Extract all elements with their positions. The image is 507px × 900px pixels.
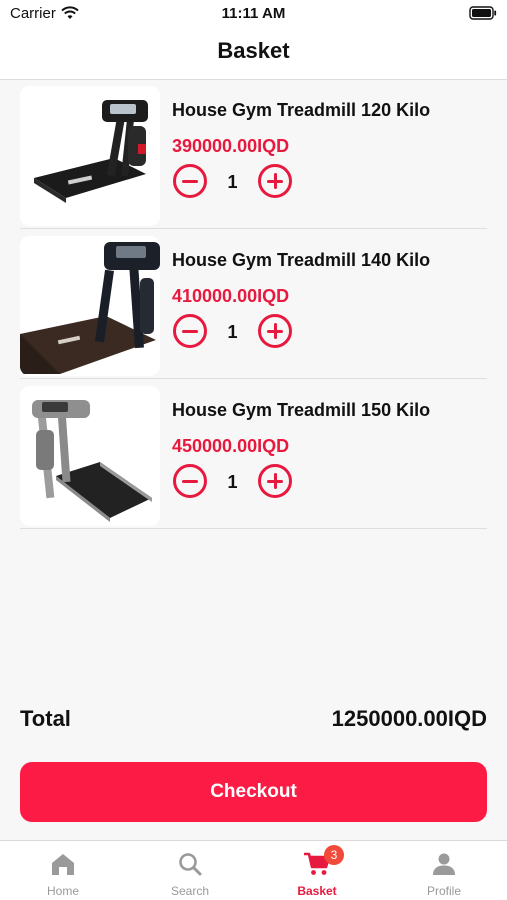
tab-label: Basket	[297, 884, 337, 898]
tab-label: Home	[46, 884, 79, 898]
item-name: House Gym Treadmill 140 Kilo	[172, 250, 431, 270]
item-price: 450000.00IQD	[172, 436, 290, 456]
total-label: Total	[20, 706, 71, 731]
increase-quantity-button[interactable]	[258, 164, 292, 198]
treadmill-image	[20, 236, 160, 376]
quantity-value: 1	[227, 322, 238, 342]
quantity-value: 1	[227, 472, 238, 492]
decrease-quantity-button[interactable]	[173, 314, 207, 348]
treadmill-image	[20, 386, 160, 526]
tab-label: Search	[170, 884, 210, 898]
tab-label: Profile	[426, 884, 461, 898]
item-price: 410000.00IQD	[172, 286, 290, 306]
tab-bar: Home Search 3 Basket Profile	[0, 840, 507, 900]
status-time: 11:11 AM	[221, 5, 286, 22]
search-icon	[177, 851, 203, 882]
item-price: 390000.00IQD	[172, 136, 290, 156]
item-name: House Gym Treadmill 120 Kilo	[172, 100, 431, 120]
profile-icon	[431, 851, 457, 882]
cart-count-badge: 3	[324, 845, 344, 865]
home-icon	[50, 851, 76, 882]
status-bar: Carrier 11:11 AM	[0, 0, 507, 28]
decrease-quantity-button[interactable]	[173, 464, 207, 498]
total-value: 1250000.00IQD	[331, 706, 487, 731]
quantity-value: 1	[227, 172, 238, 192]
increase-quantity-button[interactable]	[258, 464, 292, 498]
basket-item: House Gym Treadmill 140 Kilo 410000.00IQ…	[20, 229, 487, 379]
tab-basket[interactable]: 3 Basket	[254, 841, 380, 900]
item-name: House Gym Treadmill 150 Kilo	[172, 400, 431, 420]
tab-search[interactable]: Search	[127, 841, 253, 900]
increase-quantity-button[interactable]	[258, 314, 292, 348]
battery-icon	[469, 6, 497, 25]
tab-home[interactable]: Home	[0, 841, 126, 900]
decrease-quantity-button[interactable]	[173, 164, 207, 198]
checkout-button[interactable]: Checkout	[20, 762, 487, 822]
basket-item: House Gym Treadmill 150 Kilo 450000.00IQ…	[20, 379, 487, 529]
header: Basket	[0, 28, 507, 80]
treadmill-image	[20, 86, 160, 226]
tab-profile[interactable]: Profile	[381, 841, 507, 900]
page-title: Basket	[217, 38, 290, 63]
basket-item: House Gym Treadmill 120 Kilo 390000.00IQ…	[20, 79, 487, 229]
